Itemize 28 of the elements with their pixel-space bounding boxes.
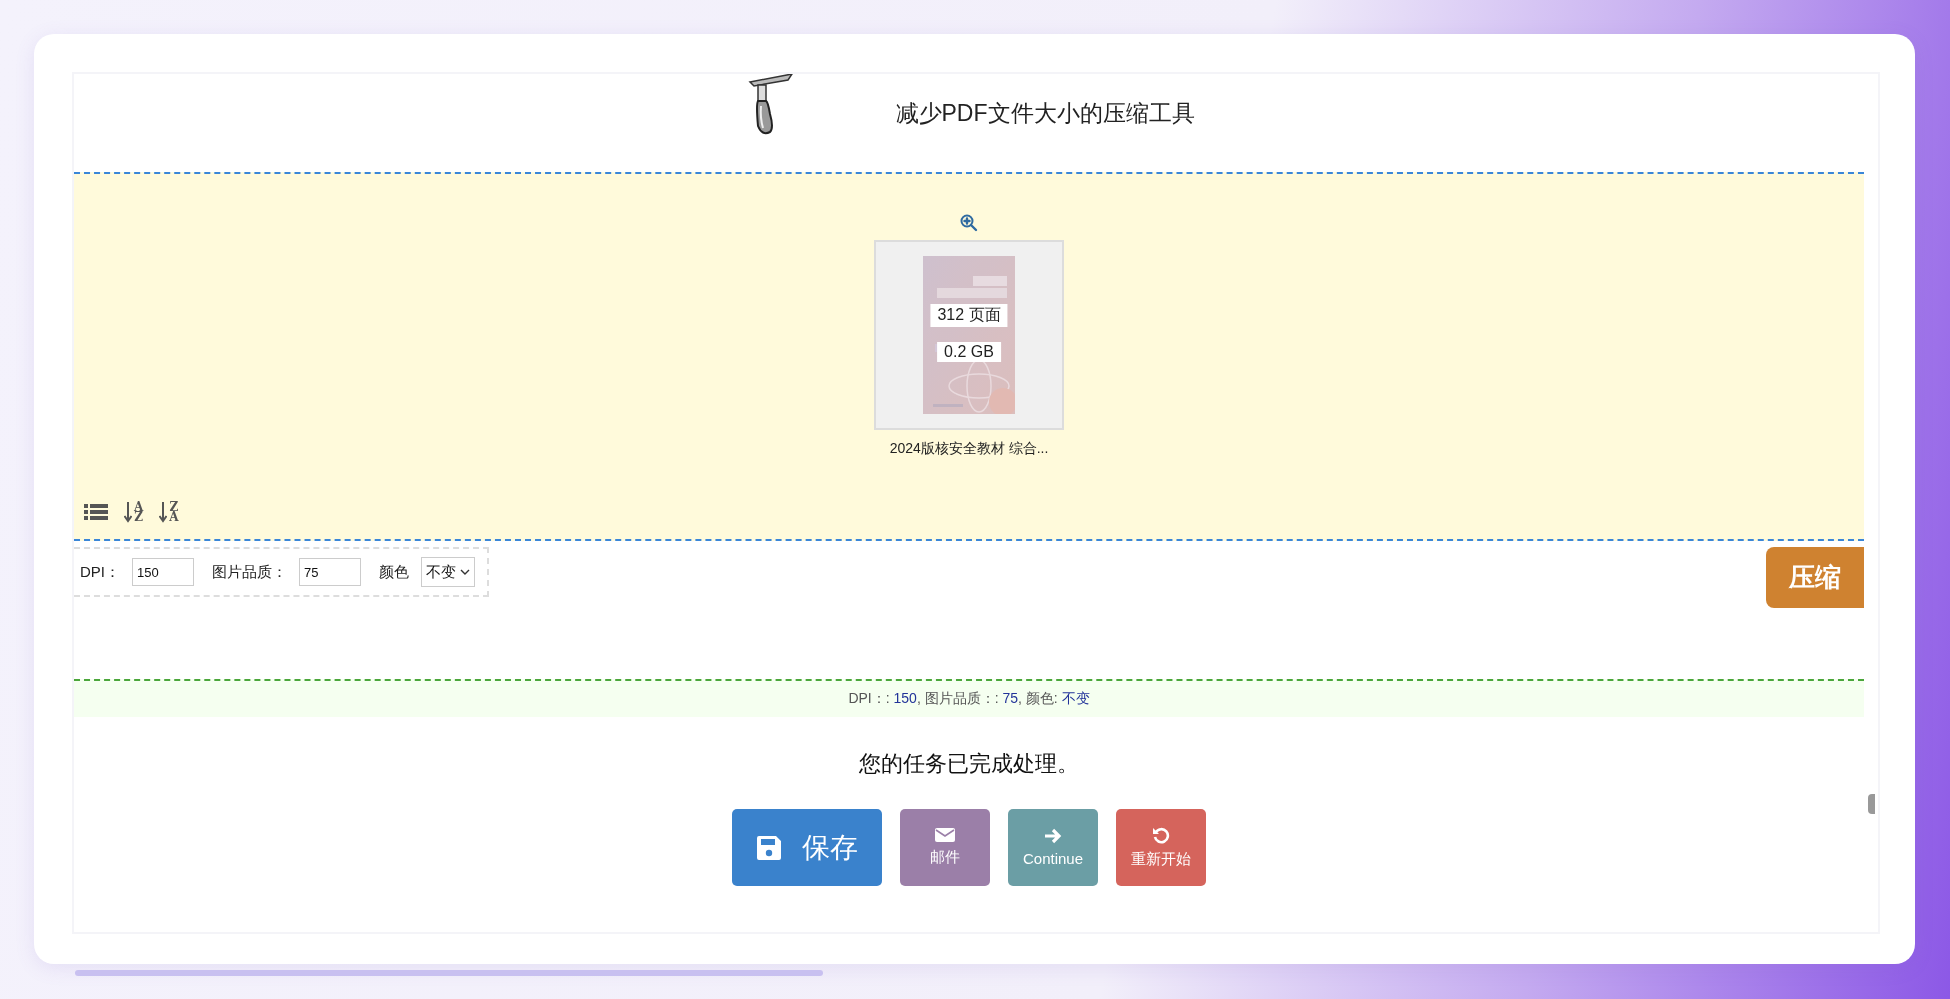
file-size: 0.2 GB [937,342,1001,362]
restart-icon [1152,826,1170,844]
scrollbar-thumb[interactable] [1868,794,1875,814]
chevron-down-icon [460,568,470,576]
status-message: 您的任务已完成处理。 [858,750,1080,778]
sort-button[interactable]: Z A [159,501,179,523]
settings-summary: DPI：: 150, 图片品质：: 75, 颜色: 不变 [848,690,1090,708]
envelope-icon [935,828,955,842]
setting-label: 图片品质： [212,562,287,582]
action-button[interactable]: 保存 [732,809,882,886]
file-thumbnail[interactable]: 312 页面 0.2 GB [874,240,1064,430]
action-button[interactable]: 邮件 [900,809,990,886]
setting-label: DPI： [80,562,120,582]
list-view-icon[interactable] [84,503,108,521]
setting-label: 颜色 [379,562,409,582]
file-name: 2024版核安全教材 综合... [889,440,1049,458]
page-count: 312 页面 [930,304,1008,327]
color-dropdown[interactable]: 不变 [421,557,475,587]
input-field[interactable]: 150 [132,558,194,586]
scrollbar-thumb[interactable] [75,970,823,976]
action-button[interactable]: 重新开始 [1116,809,1206,886]
sort-button[interactable]: A Z [124,501,144,523]
arrow-down-icon [124,501,132,523]
arrow-down-icon [159,501,168,523]
input-field[interactable]: 75 [299,558,361,586]
zoom-in-icon[interactable] [960,214,978,232]
page-title: 减少PDF文件大小的压缩工具 [895,99,1195,128]
arrow-right-icon [1044,828,1062,844]
